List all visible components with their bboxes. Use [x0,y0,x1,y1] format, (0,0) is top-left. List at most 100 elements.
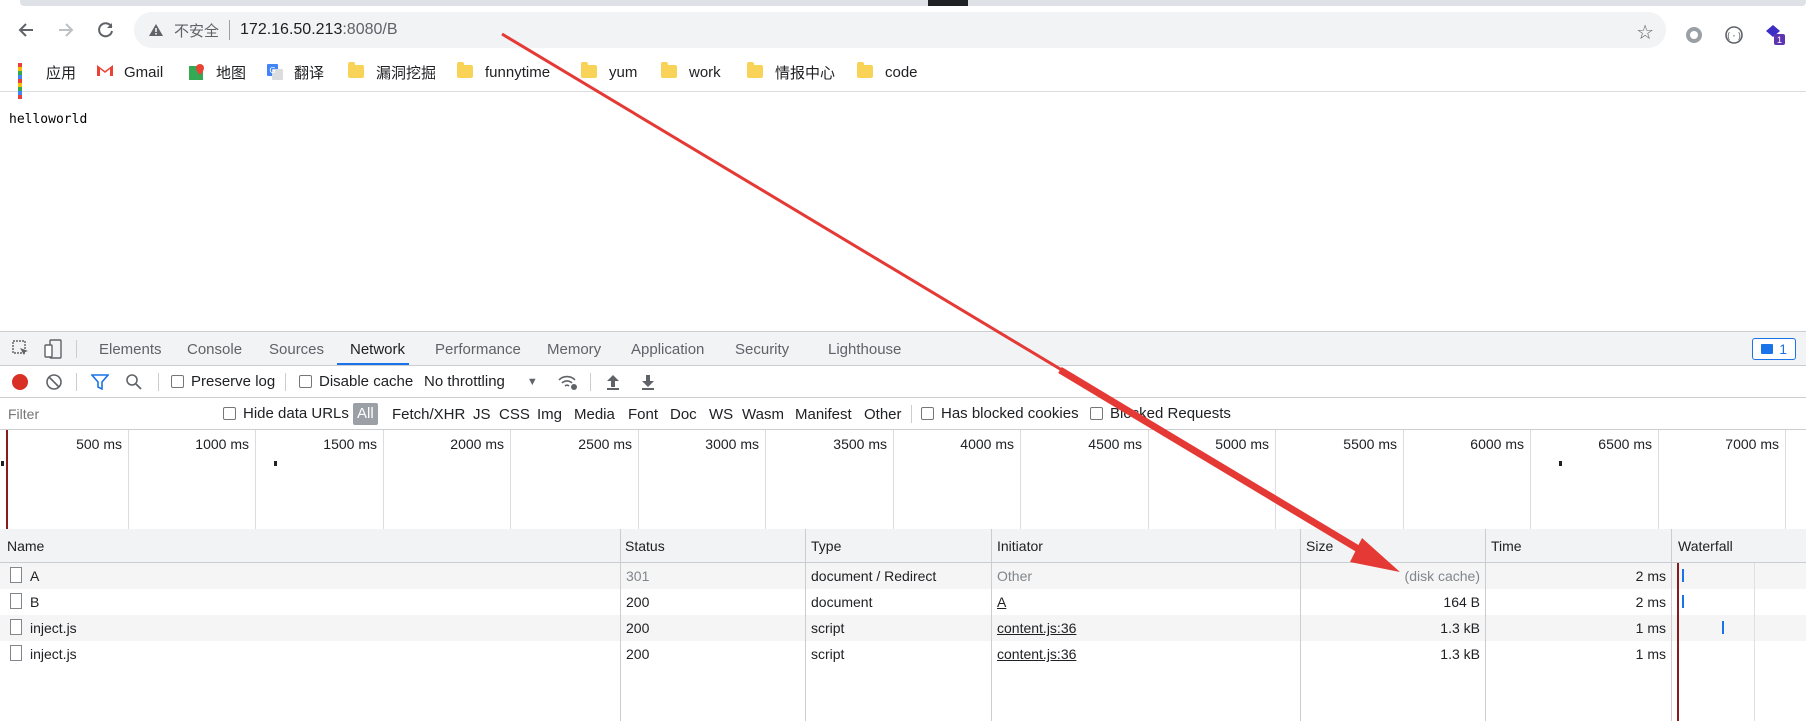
page-body-text: helloworld [9,112,88,127]
tab-performance[interactable]: Performance [435,341,521,358]
address-bar[interactable]: 不安全 172.16.50.213 :8080/B ☆ [134,12,1666,48]
throttling-select[interactable]: No throttling ▼ [424,373,538,390]
reload-icon [98,22,113,38]
url-host: 172.16.50.213 [240,21,343,38]
bookmark-folder-6[interactable]: code [857,60,918,84]
request-initiator: Other [997,568,1033,584]
device-toolbar-icon[interactable] [44,339,62,363]
folder-icon [581,62,599,81]
network-overview-timeline[interactable]: 500 ms 1000 ms 1500 ms 2000 ms 2500 ms 3000 m… [0,430,1806,530]
bookmark-folder-4[interactable]: work [661,60,721,84]
reload-button[interactable] [92,16,120,44]
filter-type-doc[interactable]: Doc [670,406,697,423]
disable-cache-checkbox[interactable]: Disable cache [299,373,413,390]
extension-circle-icon[interactable] [1683,24,1705,46]
tab-sources[interactable]: Sources [269,341,324,358]
bookmark-star-icon[interactable]: ☆ [1636,20,1654,45]
column-divider[interactable] [1485,529,1486,721]
apps-grid-icon [18,63,36,99]
inspect-element-icon[interactable] [12,340,30,362]
security-label[interactable]: 不安全 [174,20,219,41]
tab-memory[interactable]: Memory [547,341,601,358]
dom-content-loaded-marker [6,430,8,530]
filter-type-wasm[interactable]: Wasm [742,406,784,423]
filter-input[interactable] [2,403,207,425]
issues-badge[interactable]: 1 [1752,338,1796,360]
folder-icon [661,62,679,81]
column-header-size[interactable]: Size [1306,538,1333,554]
filter-type-font[interactable]: Font [628,406,658,423]
bookmark-translate[interactable]: G 翻译 [266,60,324,84]
filter-type-ws[interactable]: WS [709,406,733,423]
checkbox-box[interactable] [1090,407,1103,420]
column-divider[interactable] [620,529,621,721]
export-har-button[interactable] [640,373,656,391]
bookmark-folder-5[interactable]: 情报中心 [747,60,835,84]
extension-puzzle-icon[interactable]: 1 [1763,24,1785,46]
waterfall-gridline [1754,563,1755,721]
forward-button[interactable] [52,16,80,44]
bookmark-folder-2[interactable]: funnytime [457,60,550,84]
preserve-log-checkbox[interactable]: Preserve log [171,373,275,390]
blocked-requests-checkbox[interactable]: Blocked Requests [1090,405,1231,422]
column-header-waterfall[interactable]: Waterfall [1678,538,1733,554]
checkbox-box[interactable] [223,407,236,420]
clear-button[interactable] [45,373,63,391]
column-header-type[interactable]: Type [811,538,841,554]
request-initiator-link[interactable]: content.js:36 [997,646,1076,662]
overview-gridline [1020,430,1021,530]
tab-security[interactable]: Security [735,341,789,358]
bookmark-label: 地图 [216,64,247,82]
filter-type-css[interactable]: CSS [499,406,530,423]
hide-data-urls-checkbox[interactable]: Hide data URLs [223,405,349,422]
tab-strip-bar [20,0,1806,6]
column-header-time[interactable]: Time [1491,538,1522,554]
tab-application[interactable]: Application [631,341,704,358]
back-button[interactable] [12,16,40,44]
column-divider[interactable] [1671,529,1672,721]
filter-type-manifest[interactable]: Manifest [795,406,852,423]
column-header-initiator[interactable]: Initiator [997,538,1043,554]
network-conditions-button[interactable] [557,373,579,391]
filter-type-fetch-xhr[interactable]: Fetch/XHR [392,406,465,423]
has-blocked-cookies-checkbox[interactable]: Has blocked cookies [921,405,1079,422]
request-initiator-link[interactable]: A [997,594,1006,610]
filter-type-js[interactable]: JS [473,406,491,423]
import-har-button[interactable] [605,373,621,391]
bookmark-label: Gmail [124,63,164,81]
bookmark-gmail[interactable]: Gmail [96,60,163,84]
column-divider[interactable] [1300,529,1301,721]
column-divider[interactable] [805,529,806,721]
tab-separator [76,340,77,358]
extension-code-icon[interactable]: (·) [1723,24,1745,46]
tab-network[interactable]: Network [350,341,405,358]
bookmark-apps[interactable]: 应用 [18,60,76,99]
table-row[interactable]: B 200 document A 164 B 2 ms [0,589,1806,615]
checkbox-box[interactable] [299,375,312,388]
record-button[interactable] [11,373,29,391]
search-button[interactable] [125,373,143,391]
table-row[interactable]: inject.js 200 script content.js:36 1.3 k… [0,641,1806,667]
table-row[interactable]: inject.js 200 script content.js:36 1.3 k… [0,615,1806,641]
tab-lighthouse[interactable]: Lighthouse [828,341,901,358]
checkbox-box[interactable] [171,375,184,388]
filter-type-other[interactable]: Other [864,406,902,423]
column-header-name[interactable]: Name [7,538,44,554]
tab-console[interactable]: Console [187,341,242,358]
tab-elements[interactable]: Elements [99,341,162,358]
filter-type-all[interactable]: All [353,403,378,425]
column-header-status[interactable]: Status [625,538,665,554]
column-divider[interactable] [991,529,992,721]
filter-toggle-button[interactable] [91,373,109,391]
request-initiator-link[interactable]: content.js:36 [997,620,1076,636]
bookmark-folder-1[interactable]: 漏洞挖掘 [348,60,436,84]
bookmark-folder-3[interactable]: yum [581,60,637,84]
filter-type-img[interactable]: Img [537,406,562,423]
table-row[interactable]: A 301 document / Redirect Other (disk ca… [0,563,1806,589]
filter-type-media[interactable]: Media [574,406,615,423]
checkbox-box[interactable] [921,407,934,420]
bookmark-maps[interactable]: 地图 [188,60,246,84]
network-toolbar: Preserve log Disable cache No throttling… [0,366,1806,398]
waterfall-bar [1682,569,1684,582]
request-name: B [30,594,40,610]
